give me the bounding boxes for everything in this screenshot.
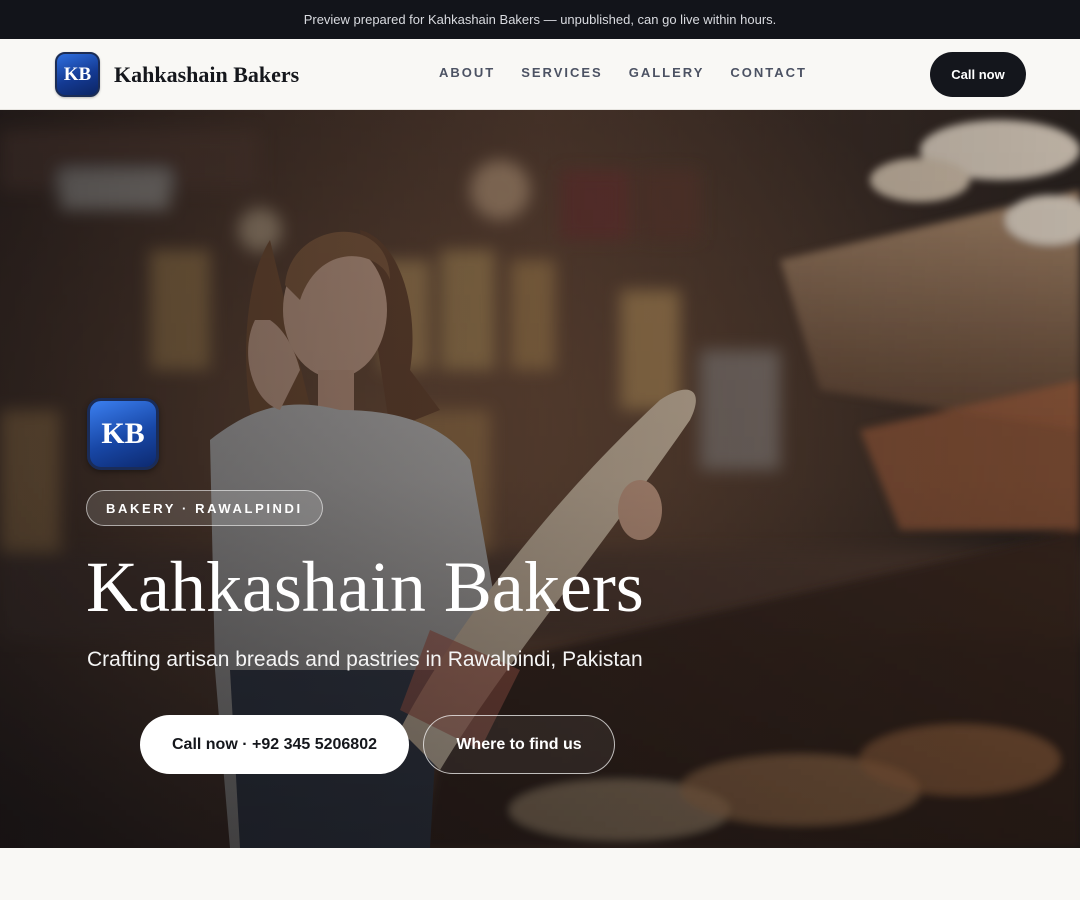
hero-title: Kahkashain Bakers	[86, 547, 644, 627]
header-call-button[interactable]: Call now	[930, 52, 1026, 97]
hero-call-button[interactable]: Call now · +92 345 5206802	[140, 715, 409, 774]
site-header: KB Kahkashain Bakers ABOUT SERVICES GALL…	[0, 39, 1080, 110]
brand-link[interactable]: KB Kahkashain Bakers	[55, 52, 299, 97]
announcement-text: Preview prepared for Kahkashain Bakers —…	[303, 12, 777, 27]
main-nav: ABOUT SERVICES GALLERY CONTACT	[439, 65, 807, 80]
nav-about[interactable]: ABOUT	[439, 65, 495, 80]
hero-logo: KB	[87, 398, 159, 470]
hero-section: KB BAKERY · RAWALPINDI Kahkashain Bakers…	[0, 110, 1080, 848]
announcement-bar: Preview prepared for Kahkashain Bakers —…	[0, 0, 1080, 39]
hero-location-button[interactable]: Where to find us	[423, 715, 615, 774]
nav-gallery[interactable]: GALLERY	[629, 65, 705, 80]
hero-category-tag: BAKERY · RAWALPINDI	[86, 490, 323, 526]
hero-subtitle: Crafting artisan breads and pastries in …	[87, 648, 643, 671]
brand-name: Kahkashain Bakers	[114, 61, 300, 87]
next-section	[0, 848, 1080, 900]
brand-logo: KB	[55, 52, 100, 97]
nav-contact[interactable]: CONTACT	[730, 65, 807, 80]
nav-services[interactable]: SERVICES	[521, 65, 603, 80]
